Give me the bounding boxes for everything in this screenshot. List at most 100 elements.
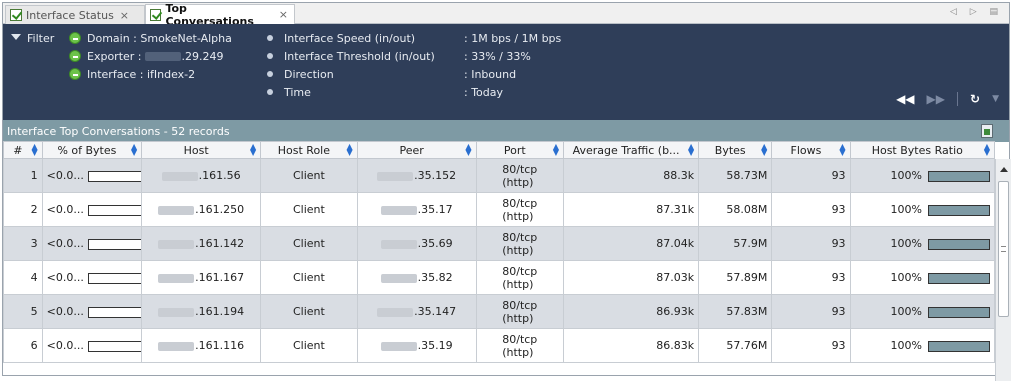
column-label: Host Role <box>277 143 330 157</box>
scrollbar-thumb[interactable] <box>998 181 1009 317</box>
tab-interface-status[interactable]: Interface Status × <box>5 5 145 24</box>
rewind-icon[interactable]: ◀◀ <box>896 92 914 106</box>
vertical-scrollbar[interactable] <box>995 159 1011 381</box>
time-row: Time : Today <box>267 84 503 100</box>
fast-forward-icon[interactable]: ▶▶ <box>927 92 945 106</box>
close-icon[interactable]: × <box>279 8 288 21</box>
avg-traffic-cell: 87.03k <box>562 260 700 295</box>
column-header-pct-bytes[interactable]: % of Bytes ▲ ▼ <box>41 141 143 159</box>
ratio-value: 100% <box>890 271 922 284</box>
chevron-down-icon[interactable]: ▼ <box>992 94 999 104</box>
column-header-host-role[interactable]: Host Role ▲ ▼ <box>260 141 358 159</box>
refresh-icon[interactable]: ↻ <box>970 92 980 106</box>
column-header-number[interactable]: # ▲ ▼ <box>3 141 43 159</box>
column-header-peer[interactable]: Peer ▲ ▼ <box>356 141 477 159</box>
zoom-in-icon[interactable] <box>69 32 81 44</box>
pct-bytes-bar <box>87 272 141 284</box>
bytes-cell: 57.9M <box>698 226 773 261</box>
peer-cell[interactable]: .35.82 <box>356 260 477 295</box>
redacted-ip <box>380 205 417 215</box>
column-label: Average Traffic (b... <box>572 143 680 157</box>
peer-ip-suffix: .35.147 <box>414 305 457 318</box>
zoom-in-icon[interactable] <box>69 68 81 80</box>
column-label: Host Bytes Ratio <box>871 143 963 157</box>
table-row[interactable]: 3 <0.0... .161.142 Client .35.69 80/tcp (http)… <box>3 226 995 261</box>
host-ip-suffix: .161.56 <box>198 169 241 182</box>
tab-top-conversations[interactable]: Top Conversations × <box>145 3 295 28</box>
peer-cell[interactable]: .35.19 <box>356 328 477 363</box>
table-row[interactable]: 5 <0.0... .161.194 Client .35.147 80/tcp (http… <box>3 294 995 329</box>
ratio-bar-fill <box>929 205 989 215</box>
host-cell[interactable]: .161.250 <box>141 192 262 227</box>
host-cell[interactable]: .161.56 <box>141 158 262 193</box>
direction-label: Direction <box>284 67 334 81</box>
ratio-bar <box>928 306 990 318</box>
peer-cell[interactable]: .35.69 <box>356 226 477 261</box>
ratio-bar-fill <box>929 307 989 317</box>
filter-label: Filter <box>27 31 55 45</box>
flows-cell: 93 <box>771 158 851 193</box>
pct-bytes-bar <box>87 306 141 318</box>
redacted-ip <box>158 239 195 249</box>
close-icon[interactable]: × <box>120 9 129 22</box>
row-number: 4 <box>3 260 43 295</box>
tab-scroll-controls[interactable]: ◁ ▷ ▤ <box>950 7 1003 17</box>
column-header-flows[interactable]: Flows ▲ ▼ <box>771 141 851 159</box>
zoom-in-icon[interactable] <box>69 50 81 62</box>
port-service: (http) <box>502 345 534 359</box>
avg-traffic-cell: 86.93k <box>562 294 700 329</box>
redacted-ip <box>158 341 195 351</box>
bullet-icon <box>267 53 273 59</box>
peer-ip-suffix: .35.17 <box>417 203 453 216</box>
table-row[interactable]: 2 <0.0... .161.250 Client .35.17 80/tcp (http)… <box>3 192 995 227</box>
ratio-value: 100% <box>890 169 922 182</box>
filter-button[interactable]: Filter <box>11 30 54 46</box>
ratio-value: 100% <box>890 203 922 216</box>
ratio-bar-fill <box>929 239 989 249</box>
avg-traffic-cell: 87.04k <box>562 226 700 261</box>
host-cell[interactable]: .161.194 <box>141 294 262 329</box>
redacted-ip <box>158 307 195 317</box>
table-row[interactable]: 1 <0.0... .161.56 Client .35.152 80/tcp (http)… <box>3 158 995 193</box>
table-row[interactable]: 6 <0.0... .161.116 Client .35.19 80/tcp (http)… <box>3 328 995 363</box>
column-header-host-bytes-ratio[interactable]: Host Bytes Ratio ▲ ▼ <box>849 141 995 159</box>
ratio-value: 100% <box>890 305 922 318</box>
pct-bytes-value: <0.0... <box>46 169 84 182</box>
flows-cell: 93 <box>771 192 851 227</box>
sort-icon: ▲ ▼ <box>465 142 472 157</box>
scroll-up-icon[interactable] <box>1000 167 1008 172</box>
host-cell[interactable]: .161.116 <box>141 328 262 363</box>
redacted-ip <box>144 51 181 61</box>
column-label: Bytes <box>714 143 746 157</box>
port-protocol: 80/tcp <box>502 298 538 312</box>
sort-icon: ▲ ▼ <box>346 142 353 157</box>
peer-ip-suffix: .35.82 <box>417 271 453 284</box>
column-header-bytes[interactable]: Bytes ▲ ▼ <box>698 141 773 159</box>
port-cell: 80/tcp (http) <box>475 158 564 193</box>
table-row[interactable]: 4 <0.0... .161.167 Client .35.82 80/tcp (http)… <box>3 260 995 295</box>
host-cell[interactable]: .161.142 <box>141 226 262 261</box>
peer-cell[interactable]: .35.152 <box>356 158 477 193</box>
row-number: 3 <box>3 226 43 261</box>
peer-cell[interactable]: .35.17 <box>356 192 477 227</box>
pct-bytes-bar <box>87 340 141 352</box>
column-header-host[interactable]: Host ▲ ▼ <box>141 141 262 159</box>
pct-bytes-bar <box>87 204 141 216</box>
column-header-port[interactable]: Port ▲ ▼ <box>475 141 564 159</box>
flows-cell: 93 <box>771 328 851 363</box>
peer-ip-suffix: .35.69 <box>417 237 453 250</box>
host-cell[interactable]: .161.167 <box>141 260 262 295</box>
host-bytes-ratio-cell: 100% <box>849 158 995 193</box>
table-body: 1 <0.0... .161.56 Client .35.152 80/tcp (http)… <box>3 158 995 363</box>
column-header-avg-traffic[interactable]: Average Traffic (b... ▲ ▼ <box>562 141 700 159</box>
peer-cell[interactable]: .35.147 <box>356 294 477 329</box>
host-bytes-ratio-cell: 100% <box>849 192 995 227</box>
sort-icon: ▲ ▼ <box>249 142 257 157</box>
column-label: Host <box>183 143 209 157</box>
export-excel-icon[interactable] <box>981 124 993 138</box>
ratio-value: 100% <box>890 237 922 250</box>
bullet-icon <box>267 35 273 41</box>
bytes-cell: 57.76M <box>698 328 773 363</box>
row-number: 2 <box>3 192 43 227</box>
threshold-label: Interface Threshold (in/out) <box>284 49 435 63</box>
